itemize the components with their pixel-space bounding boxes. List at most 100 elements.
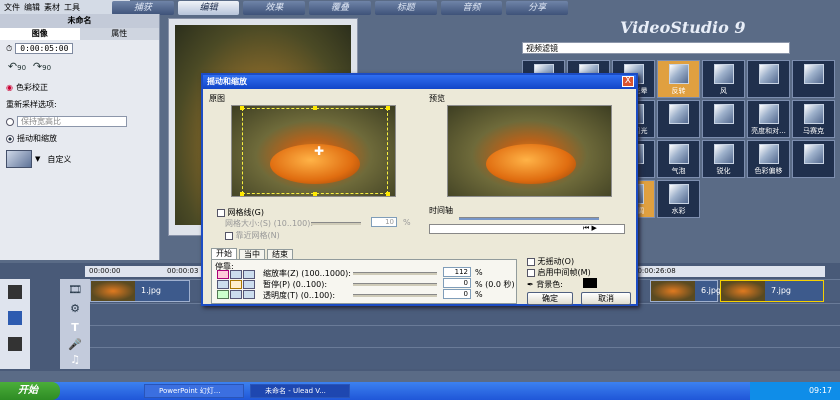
pause-label: 暂停 [263,280,279,289]
filter-tile[interactable] [747,60,790,98]
filter-tile[interactable]: 风 [702,60,745,98]
timeline-view-icon[interactable] [8,311,22,325]
filter-tile[interactable]: 气泡 [657,140,700,178]
chevron-down-icon[interactable]: ▼ [35,155,40,163]
step-edit[interactable]: 编辑 [177,1,240,15]
eyedropper-icon[interactable]: ✒ [527,280,534,289]
filter-tile[interactable]: 色彩偏移 [747,140,790,178]
grid-size-slider[interactable] [311,222,361,225]
clip-7[interactable]: 7.jpg [720,280,824,302]
grid-checkbox[interactable] [217,208,225,217]
step-title[interactable]: 标题 [374,1,437,15]
filter-cube-icon [714,104,734,124]
dialog-title: 摇动和缩放 [203,75,636,89]
step-capture[interactable]: 捕获 [112,1,174,15]
start-button[interactable]: 开始 [0,382,60,400]
storyboard-view-icon[interactable] [8,285,22,299]
video-track-icon[interactable]: 🎞 [60,283,90,296]
overlay-track [90,303,840,325]
clip-1[interactable]: 1.jpg [90,280,190,302]
zoom-slider[interactable] [353,272,437,275]
step-effect[interactable]: 效果 [243,1,306,15]
task-ulead[interactable]: 未命名 - Ulead V... [250,384,350,398]
grid-size-range: (10..100): [273,219,314,228]
pause-field[interactable]: 0 [443,278,471,288]
library-dropdown[interactable]: 视频滤镜 [522,42,790,54]
tab-attribute[interactable]: 属性 [79,28,159,40]
filter-tile[interactable]: 亮度和对... [747,100,790,138]
color-correct-button[interactable]: 色彩校正 [16,82,48,93]
ok-button[interactable]: 确定 [527,292,573,305]
pause-key: (P) [279,280,291,289]
grid-size-label: 网格大小: [225,219,260,228]
clip-6[interactable]: 6.jpg [650,280,721,302]
opacity-field[interactable]: 0 [443,289,471,299]
audio-view-icon[interactable] [8,337,22,351]
stop-position-grid[interactable] [217,270,255,299]
menu-file[interactable]: 文件 [4,2,20,12]
cancel-button[interactable]: 取消 [581,292,631,305]
menu-edit[interactable]: 编辑 [24,2,40,12]
menu-clip[interactable]: 素材 [44,2,60,12]
step-overlay[interactable]: 覆叠 [309,1,371,15]
tab-image[interactable]: 图像 [0,28,80,40]
grid-size-field[interactable]: 10 [371,217,397,227]
filter-cube-icon [669,184,689,204]
step-audio[interactable]: 音频 [440,1,503,15]
pause-range: (0..100): [292,280,328,289]
filter-tile[interactable] [657,100,700,138]
opacity-unit: % [475,290,483,299]
filter-tile[interactable]: 锐化 [702,140,745,178]
step-share[interactable]: 分享 [506,1,569,15]
filter-tile[interactable]: 水彩 [657,180,700,218]
pan-zoom-radio[interactable] [6,134,14,143]
close-button[interactable]: X [622,76,634,87]
task-powerpoint[interactable]: PowerPoint 幻灯... [144,384,244,398]
original-label: 原图 [209,94,225,103]
pan-zoom-dialog: 摇动和缩放 X 原图 ✚ 预览 网格线(G) 网格大小:(S) (10..100… [201,73,638,306]
resample-select[interactable]: 保持宽高比 [17,116,127,127]
play-controls[interactable]: ⏮ ▶ [583,224,597,233]
pan-zoom-label: 摇动和缩放 [17,134,57,143]
filter-cube-icon [669,144,689,164]
track-icons: 🎞 ⚙ T 🎤 ♫ [60,279,90,369]
filter-label: 水彩 [671,207,686,215]
menu-tools[interactable]: 工具 [64,2,80,12]
overlay-track-icon[interactable]: ⚙ [60,302,90,315]
rotate-right-button[interactable]: ↷90 [31,60,53,76]
filter-label: 锐化 [716,167,731,175]
pause-slider[interactable] [353,283,437,286]
opacity-slider[interactable] [353,294,437,297]
custom-button[interactable]: 自定义 [47,154,71,165]
filter-tile[interactable] [792,60,835,98]
use-middle-key: (M) [577,268,591,277]
snap-checkbox[interactable] [225,231,233,240]
duration-field[interactable]: 0:00:05:00 [15,43,74,54]
voice-track-icon[interactable]: 🎤 [60,338,90,351]
resample-radio[interactable] [6,117,14,126]
filter-cube-icon [804,144,824,164]
title-track-icon[interactable]: T [60,321,90,334]
no-shake-checkbox[interactable] [527,257,535,266]
tab-start[interactable]: 开始 [211,248,237,259]
duration-icon: ⏱ [6,43,13,53]
use-middle-checkbox[interactable] [527,268,535,277]
filter-tile[interactable]: 反转 [657,60,700,98]
original-image[interactable]: ✚ [231,105,396,197]
preview-image [447,105,612,197]
zoom-field[interactable]: 112 [443,267,471,277]
rotate-left-button[interactable]: ↶90 [6,60,28,76]
crosshair-icon[interactable]: ✚ [314,144,324,158]
bg-color-swatch[interactable] [583,278,597,288]
ruler-tick: 00:00:03 [167,267,199,275]
zoom-key: (Z) [287,269,299,278]
filter-tile[interactable] [702,100,745,138]
music-track-icon[interactable]: ♫ [60,353,90,366]
filter-cube-icon [714,144,734,164]
filter-tile[interactable] [792,140,835,178]
pan-zoom-preset-thumb[interactable] [6,150,32,168]
filter-cube-icon [759,64,779,84]
filter-tile[interactable]: 马赛克 [792,100,835,138]
keyframe-timeline[interactable] [459,217,599,220]
bg-color-label: 背景色: [536,280,563,289]
